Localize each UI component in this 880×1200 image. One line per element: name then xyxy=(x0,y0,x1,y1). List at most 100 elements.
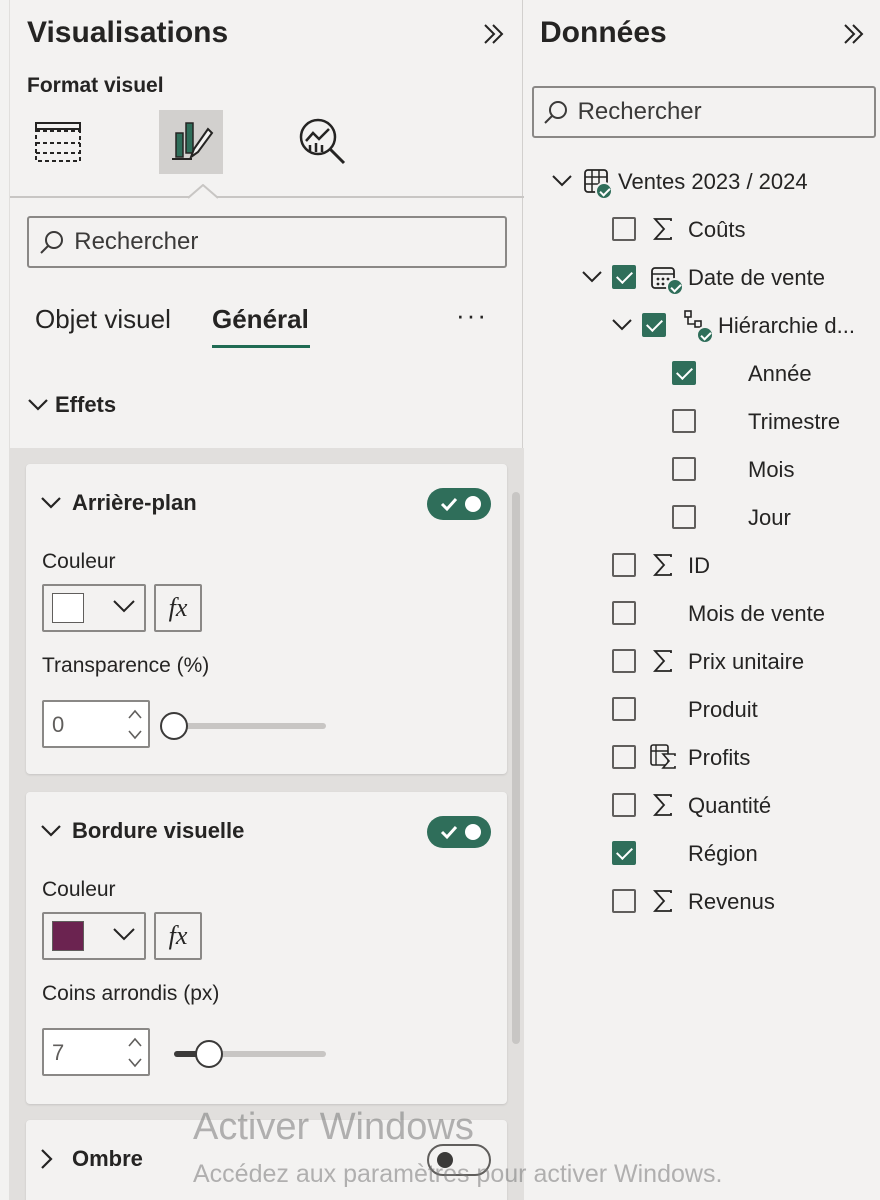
shadow-card-title: Ombre xyxy=(72,1146,143,1171)
field-label-quantite[interactable]: Quantité xyxy=(688,793,771,819)
toggle-knob xyxy=(465,824,481,840)
visualizations-search[interactable] xyxy=(27,216,507,268)
field-label-revenus[interactable]: Revenus xyxy=(688,889,775,915)
background-card-header[interactable]: Arrière-plan xyxy=(40,490,197,516)
field-checkbox-quantite[interactable] xyxy=(612,793,636,817)
table-label[interactable]: Ventes 2023 / 2024 xyxy=(618,169,808,195)
background-card: Arrière-plan Couleur fx Transparence (%) xyxy=(26,464,507,774)
activation-watermark-title: Activer Windows xyxy=(193,1106,474,1148)
rounded-corners-slider[interactable] xyxy=(174,1040,326,1068)
transparency-stepper[interactable] xyxy=(42,700,150,748)
hierarchy-expand-chevron-icon[interactable] xyxy=(609,312,635,338)
activation-watermark-text: Accédez aux paramètres pour activer Wind… xyxy=(193,1160,723,1188)
field-checkbox-mois-de-vente[interactable] xyxy=(612,601,636,625)
slider-thumb[interactable] xyxy=(194,1040,223,1068)
transparency-slider[interactable] xyxy=(160,712,326,740)
border-color-label: Couleur xyxy=(42,878,116,901)
field-label-couts[interactable]: Coûts xyxy=(688,217,745,243)
sigma-icon xyxy=(648,646,678,676)
level-checkbox-annee[interactable] xyxy=(672,361,696,385)
field-label-mois-de-vente[interactable]: Mois de vente xyxy=(688,601,825,627)
tab-objet-visuel[interactable]: Objet visuel xyxy=(35,304,171,335)
search-icon xyxy=(534,88,578,136)
date-expand-chevron-icon[interactable] xyxy=(579,264,605,290)
chevron-down-icon xyxy=(40,824,72,838)
level-checkbox-mois[interactable] xyxy=(672,457,696,481)
effects-scrollbar[interactable] xyxy=(512,492,520,1044)
effects-section-header[interactable]: Effets xyxy=(27,392,116,418)
field-checkbox-produit[interactable] xyxy=(612,697,636,721)
level-checkbox-trimestre[interactable] xyxy=(672,409,696,433)
field-label-profits[interactable]: Profits xyxy=(688,745,750,771)
field-label-region[interactable]: Région xyxy=(688,841,758,867)
chevron-down-icon xyxy=(27,398,55,412)
color-swatch xyxy=(52,593,84,623)
tab-general[interactable]: Général xyxy=(212,304,309,335)
visualizations-title: Visualisations xyxy=(27,16,229,49)
field-label-id[interactable]: ID xyxy=(688,553,710,579)
field-checkbox-region[interactable] xyxy=(612,841,636,865)
field-checkbox-date-de-vente[interactable] xyxy=(612,265,636,289)
date-used-badge-icon xyxy=(666,278,684,296)
level-label-jour[interactable]: Jour xyxy=(748,505,791,531)
collapse-data-icon[interactable] xyxy=(836,16,872,52)
sigma-icon xyxy=(648,790,678,820)
format-visual-icon xyxy=(172,122,214,160)
border-card-title: Bordure visuelle xyxy=(72,818,245,843)
chevron-down-icon xyxy=(113,600,135,613)
border-color-picker[interactable] xyxy=(42,912,146,960)
transparency-label: Transparence (%) xyxy=(42,654,210,677)
border-fx-button[interactable]: fx xyxy=(154,912,202,960)
field-label-prix-unitaire[interactable]: Prix unitaire xyxy=(688,649,804,675)
field-label-hierarchie[interactable]: Hiérarchie d... xyxy=(718,313,855,339)
level-checkbox-jour[interactable] xyxy=(672,505,696,529)
build-visual-tab[interactable] xyxy=(26,110,90,174)
field-checkbox-couts[interactable] xyxy=(612,217,636,241)
data-pane: Données Ventes 2023 / 2024 Coûts Date de… xyxy=(524,0,880,1200)
build-visual-icon xyxy=(35,122,81,162)
rounded-corners-label: Coins arrondis (px) xyxy=(42,982,220,1005)
slider-thumb[interactable] xyxy=(160,712,188,740)
field-checkbox-profits[interactable] xyxy=(612,745,636,769)
active-tab-notch xyxy=(188,184,218,199)
spin-arrows-icon[interactable] xyxy=(126,704,144,744)
field-checkbox-hierarchie[interactable] xyxy=(642,313,666,337)
data-search-input[interactable] xyxy=(577,98,874,126)
more-options-button[interactable]: ··· xyxy=(456,300,488,331)
check-icon xyxy=(440,825,458,840)
effects-section-label: Effets xyxy=(55,392,117,417)
search-icon xyxy=(29,218,74,266)
rounded-corners-stepper[interactable] xyxy=(42,1028,150,1076)
transparency-input[interactable] xyxy=(52,712,122,738)
format-visual-tab[interactable] xyxy=(159,110,223,174)
effects-cards-area: Arrière-plan Couleur fx Transparence (%) xyxy=(10,448,524,1200)
data-search[interactable] xyxy=(532,86,876,138)
measure-icon xyxy=(648,741,678,771)
field-checkbox-id[interactable] xyxy=(612,553,636,577)
field-label-date-de-vente[interactable]: Date de vente xyxy=(688,265,825,291)
field-checkbox-prix-unitaire[interactable] xyxy=(612,649,636,673)
rounded-corners-input[interactable] xyxy=(52,1040,122,1066)
field-label-produit[interactable]: Produit xyxy=(688,697,758,723)
border-card-header[interactable]: Bordure visuelle xyxy=(40,818,244,844)
table-expand-chevron-icon[interactable] xyxy=(549,168,575,194)
field-checkbox-revenus[interactable] xyxy=(612,889,636,913)
border-toggle[interactable] xyxy=(427,816,491,848)
level-label-trimestre[interactable]: Trimestre xyxy=(748,409,840,435)
analytics-tab[interactable] xyxy=(291,110,355,174)
active-tab-indicator xyxy=(212,345,310,348)
level-label-mois[interactable]: Mois xyxy=(748,457,794,483)
color-swatch xyxy=(52,921,84,951)
level-label-annee[interactable]: Année xyxy=(748,361,812,387)
background-color-label: Couleur xyxy=(42,550,116,573)
sigma-icon xyxy=(648,214,678,244)
toggle-knob xyxy=(465,496,481,512)
visualizations-search-input[interactable] xyxy=(74,228,505,256)
spin-arrows-icon[interactable] xyxy=(126,1032,144,1072)
background-toggle[interactable] xyxy=(427,488,491,520)
background-fx-button[interactable]: fx xyxy=(154,584,202,632)
shadow-card-header[interactable]: Ombre xyxy=(40,1146,143,1172)
background-color-picker[interactable] xyxy=(42,584,146,632)
collapse-visualizations-icon[interactable] xyxy=(476,16,512,52)
visualizations-pane: Visualisations Format visuel Rechercher … xyxy=(9,0,524,1200)
